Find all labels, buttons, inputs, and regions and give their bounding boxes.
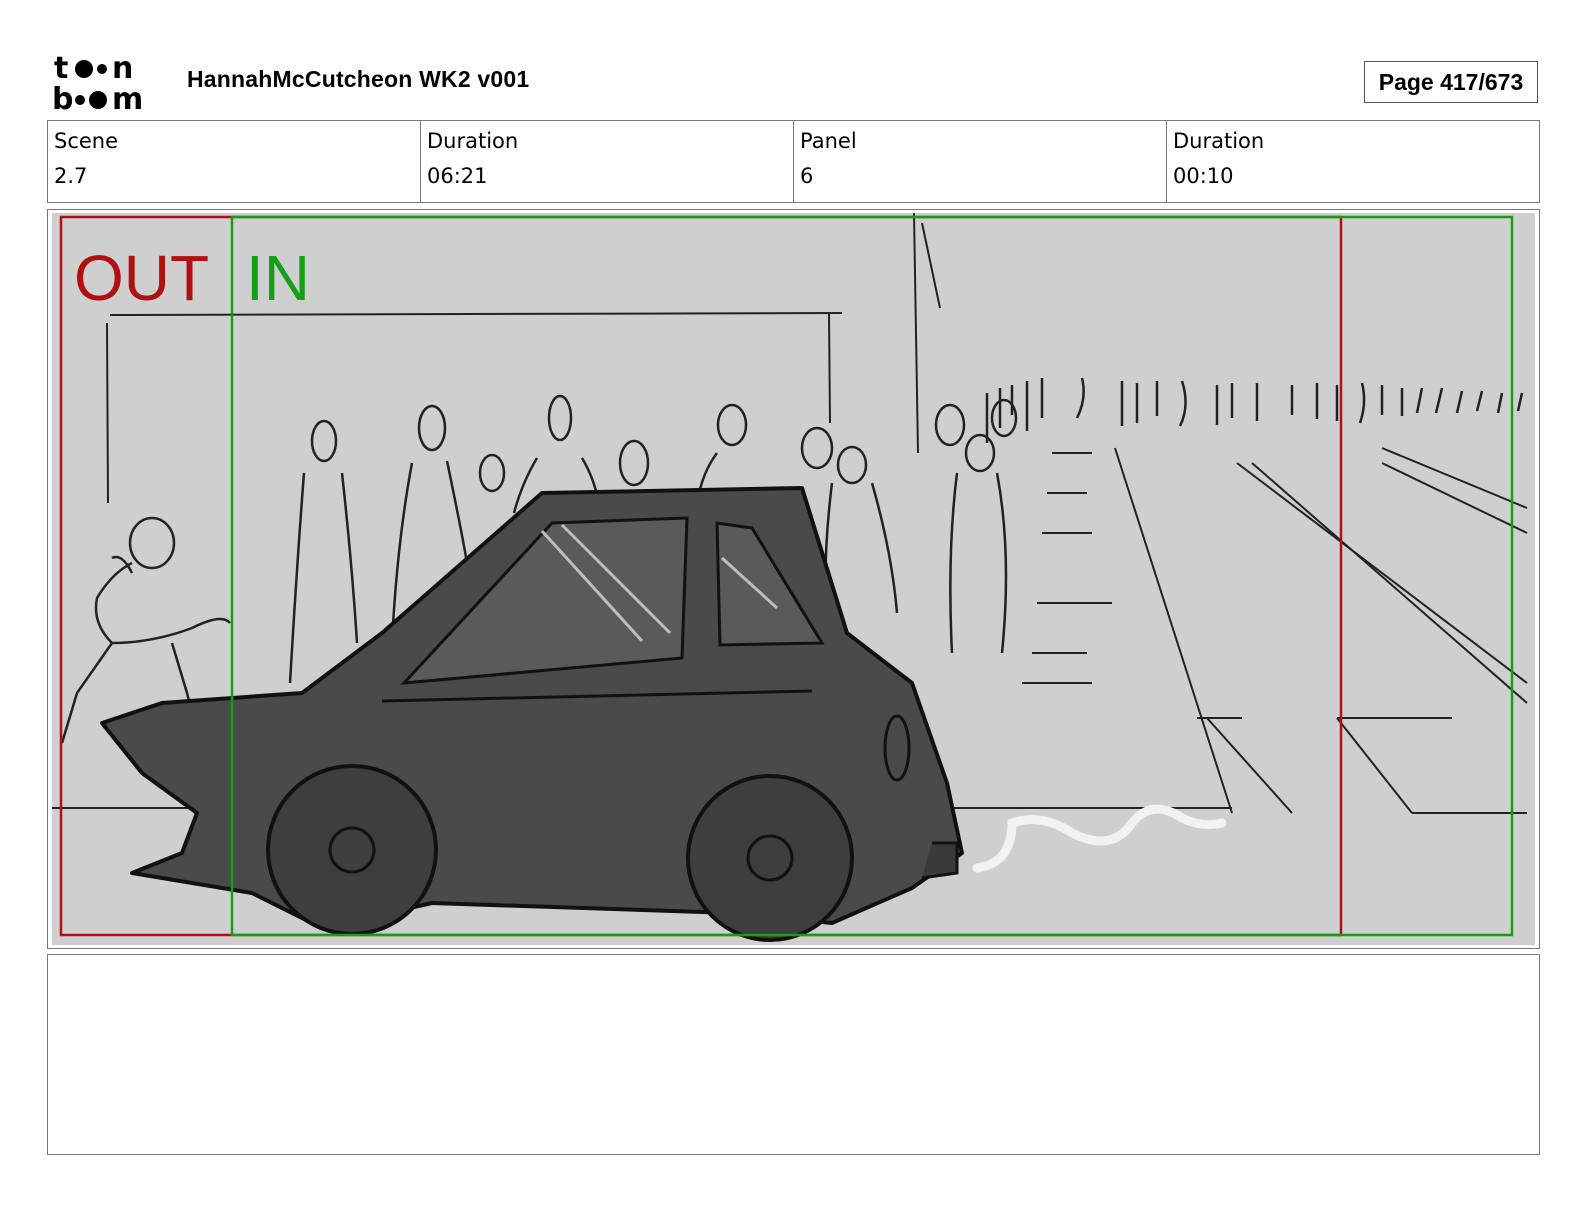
scene-label: Scene [54,129,119,153]
scene-duration-label: Duration [427,129,519,153]
scene-duration-cell: Duration 06:21 [421,121,794,202]
panel-duration-value: 00:10 [1173,164,1234,188]
panel-notes-box [47,954,1540,1155]
svg-text:n: n [112,52,133,86]
scene-value: 2.7 [54,164,88,188]
panel-duration-cell: Duration 00:10 [1167,121,1539,202]
scene-info-table: Scene 2.7 Duration 06:21 Panel 6 Duratio… [47,120,1540,203]
scene-cell: Scene 2.7 [48,121,421,202]
scene-duration-value: 06:21 [427,164,488,188]
toon-boom-logo: t n b m [52,52,143,112]
page-indicator: Page 417/673 [1364,61,1538,103]
in-label: IN [246,242,310,314]
svg-text:t: t [54,52,68,86]
panel-sketch: OUT IN [52,213,1535,945]
svg-text:m: m [112,82,143,112]
panel-value: 6 [800,164,814,188]
panel-label: Panel [800,129,857,153]
panel-duration-label: Duration [1173,129,1265,153]
svg-text:b: b [52,82,73,112]
document-title: HannahMcCutcheon WK2 v001 [187,66,530,92]
panel-cell: Panel 6 [794,121,1167,202]
out-label: OUT [74,242,209,314]
storyboard-panel: OUT IN [47,209,1540,949]
